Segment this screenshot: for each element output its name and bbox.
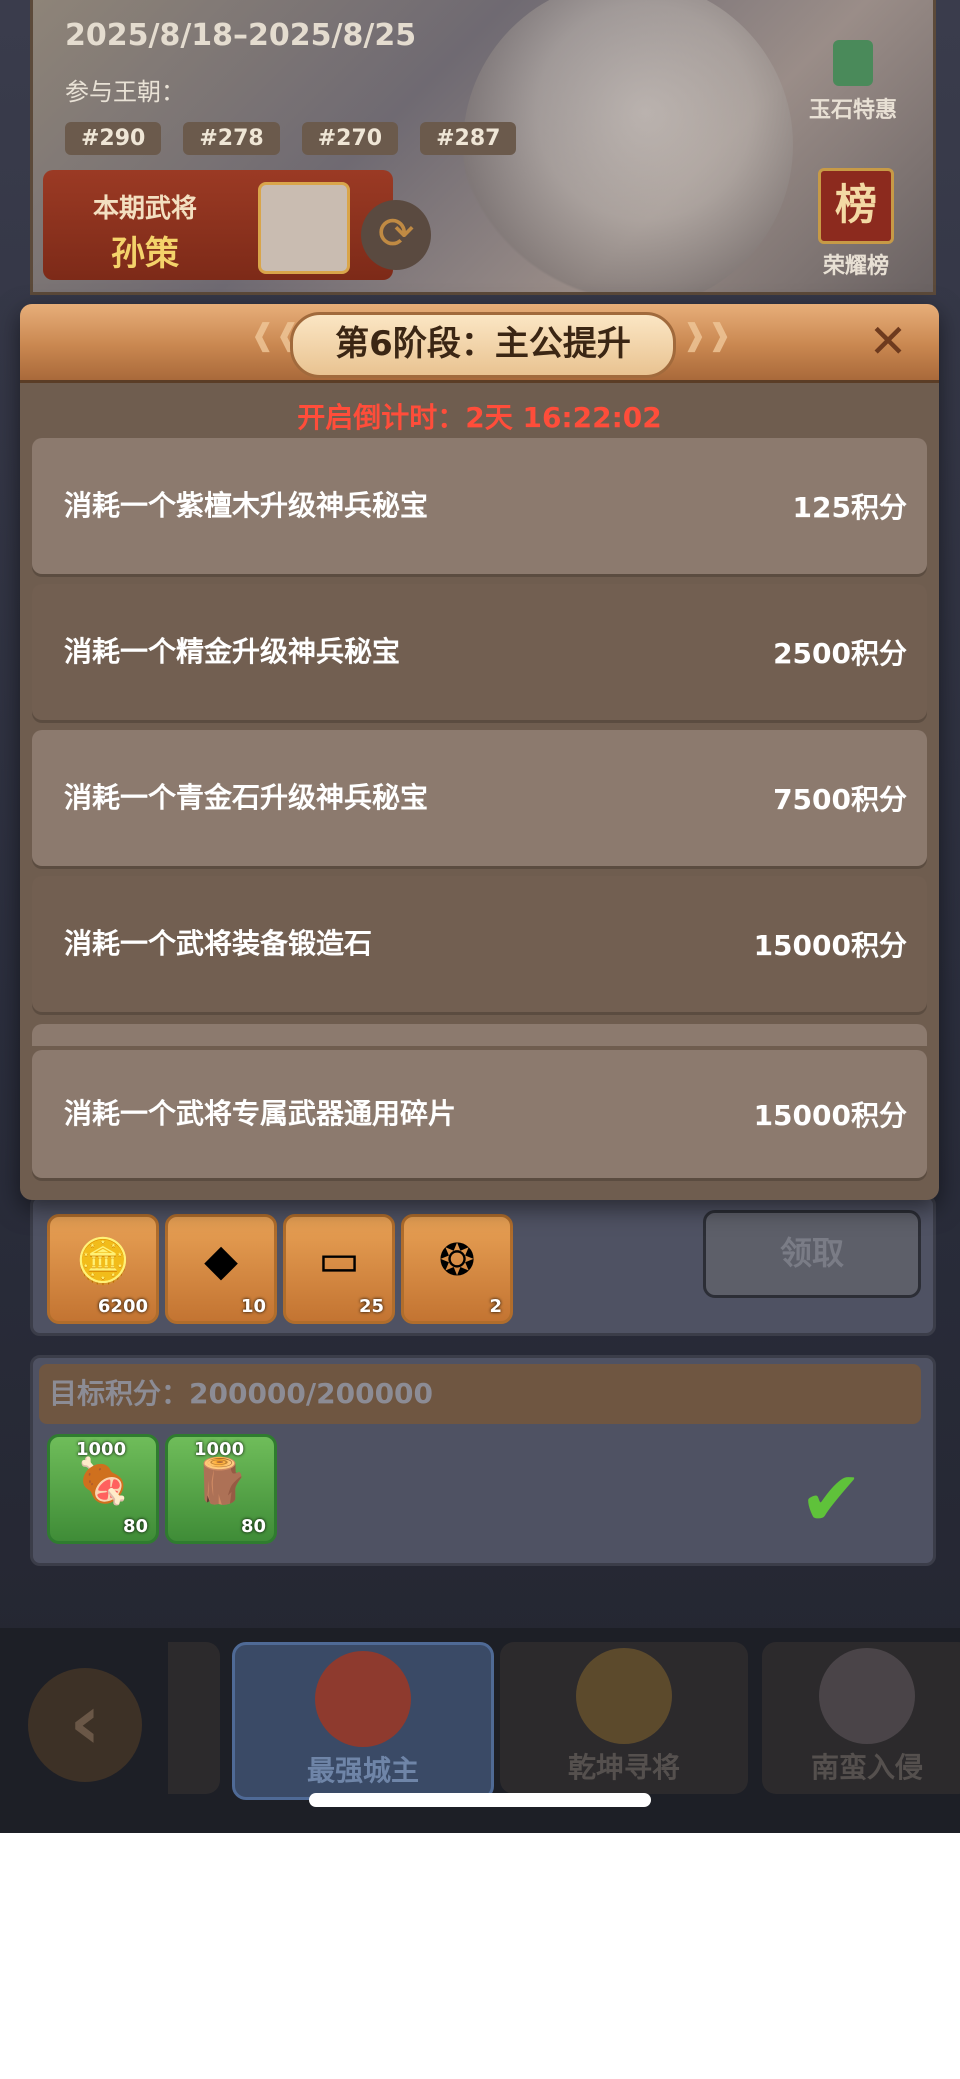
item-count: 80 — [240, 1516, 266, 1537]
target-reward-item[interactable]: 1000 🪵 80 — [165, 1434, 277, 1544]
back-arrow-icon[interactable]: ‹ — [28, 1668, 142, 1782]
game-screen: 2025/8/18–2025/8/25 参与王朝： #290 #278 #270… — [0, 0, 960, 1833]
tab-label: 南蛮入侵 — [810, 1751, 923, 1784]
home-indicator[interactable] — [309, 1793, 651, 1807]
task-row: 消耗一个精金升级神兵秘宝 2500积分 — [32, 584, 927, 720]
reward-item[interactable]: ▭ 25 — [283, 1214, 395, 1324]
row-divider — [32, 1024, 927, 1046]
event-banner: 2025/8/18–2025/8/25 参与王朝： #290 #278 #270… — [30, 0, 936, 295]
jade-offer-label: 玉石特惠 — [808, 98, 897, 123]
completed-check-icon: ✔ — [799, 1454, 863, 1543]
task-points: 15000积分 — [753, 929, 907, 962]
target-points-label: 目标积分：200000/200000 — [39, 1364, 921, 1424]
shield-icon — [315, 1651, 411, 1747]
task-description: 消耗一个武将装备锻造石 — [64, 927, 373, 960]
task-row: 消耗一个武将专属武器通用碎片 15000积分 — [32, 1050, 927, 1178]
task-row: 消耗一个青金石升级神兵秘宝 7500积分 — [32, 730, 927, 866]
jade-icon — [833, 40, 873, 86]
dynasty-tag: #278 — [183, 122, 280, 155]
target-points-panel: 目标积分：200000/200000 1000 🍖 80 1000 🪵 80 ✔ — [30, 1355, 936, 1566]
item-count: 25 — [358, 1296, 384, 1317]
countdown-timer: 开启倒计时：2天 16:22:02 — [297, 401, 662, 434]
item-count: 80 — [122, 1516, 148, 1537]
ore-icon: ◆ — [204, 1235, 238, 1286]
dynasty-tags: #290 #278 #270 #287 — [65, 122, 517, 155]
task-row: 消耗一个紫檀木升级神兵秘宝 125积分 — [32, 438, 927, 574]
current-general-label: 本期武将 — [93, 194, 198, 224]
tab-nanman-invasion[interactable]: 南蛮入侵 — [762, 1642, 960, 1794]
task-description: 消耗一个青金石升级神兵秘宝 — [64, 781, 429, 814]
item-count: 2 — [489, 1296, 502, 1317]
task-description: 消耗一个精金升级神兵秘宝 — [64, 635, 401, 668]
honor-rank-button[interactable]: 榜 荣耀榜 — [801, 168, 911, 280]
barbarian-icon — [819, 1648, 915, 1744]
task-row: 消耗一个武将装备锻造石 15000积分 — [32, 876, 927, 1012]
task-description: 消耗一个武将专属武器通用碎片 — [64, 1097, 457, 1130]
dynasty-tag: #270 — [301, 122, 399, 155]
jade-offer-button[interactable]: 玉石特惠 — [793, 40, 913, 124]
rank-icon: 榜 — [818, 168, 894, 244]
tab-label: 乾坤寻将 — [567, 1751, 680, 1784]
item-count: 10 — [240, 1296, 266, 1317]
wood-icon: 🪵 — [193, 1456, 249, 1507]
current-general-card[interactable]: 本期武将 孙策 ⟳ — [43, 170, 431, 280]
task-points: 125积分 — [792, 491, 907, 524]
tab-label: 最强城主 — [306, 1754, 419, 1787]
reward-item[interactable]: ❂ 2 — [401, 1214, 513, 1324]
target-reward-item[interactable]: 1000 🍖 80 — [47, 1434, 159, 1544]
item-count: 6200 — [97, 1296, 148, 1317]
tab-qiankun-seek-general[interactable]: 乾坤寻将 — [500, 1642, 748, 1794]
task-points: 2500积分 — [773, 637, 907, 670]
ornament-right-icon: ❱❱ — [682, 318, 733, 353]
participate-label: 参与王朝： — [65, 78, 185, 106]
stage-reward-panel: 🪙 6200 ◆ 10 ▭ 25 ❂ 2 领取 — [30, 1195, 936, 1336]
gold-ingot-icon: 🪙 — [75, 1236, 131, 1287]
token-icon: ❂ — [438, 1235, 476, 1286]
dynasty-tag: #287 — [420, 122, 517, 155]
claim-button[interactable]: 领取 — [703, 1210, 921, 1298]
silver-bar-icon: ▭ — [318, 1235, 360, 1286]
tab-partial[interactable] — [168, 1642, 220, 1794]
task-points: 15000积分 — [753, 1099, 907, 1132]
task-points: 7500积分 — [773, 783, 907, 816]
tab-strongest-lord[interactable]: 最强城主 — [232, 1642, 494, 1800]
reward-item[interactable]: ◆ 10 — [165, 1214, 277, 1324]
event-date-range: 2025/8/18–2025/8/25 — [65, 18, 417, 53]
honor-rank-label: 荣耀榜 — [822, 254, 889, 279]
modal-title: 第6阶段：主公提升 — [290, 312, 676, 378]
question-compass-icon — [576, 1648, 672, 1744]
current-general-name: 孙策 — [111, 234, 179, 274]
close-icon[interactable]: ✕ — [863, 316, 913, 366]
general-portrait — [258, 182, 350, 274]
stage-task-modal: ❰❰ 第6阶段：主公提升 ❱❱ ✕ 开启倒计时：2天 16:22:02 消耗一个… — [20, 304, 939, 1200]
modal-header: ❰❰ 第6阶段：主公提升 ❱❱ ✕ — [20, 304, 939, 383]
meat-icon: 🍖 — [75, 1456, 131, 1507]
dynasty-tag: #290 — [65, 122, 162, 155]
task-description: 消耗一个紫檀木升级神兵秘宝 — [64, 489, 429, 522]
reward-item[interactable]: 🪙 6200 — [47, 1214, 159, 1324]
refresh-icon[interactable]: ⟳ — [361, 200, 431, 270]
